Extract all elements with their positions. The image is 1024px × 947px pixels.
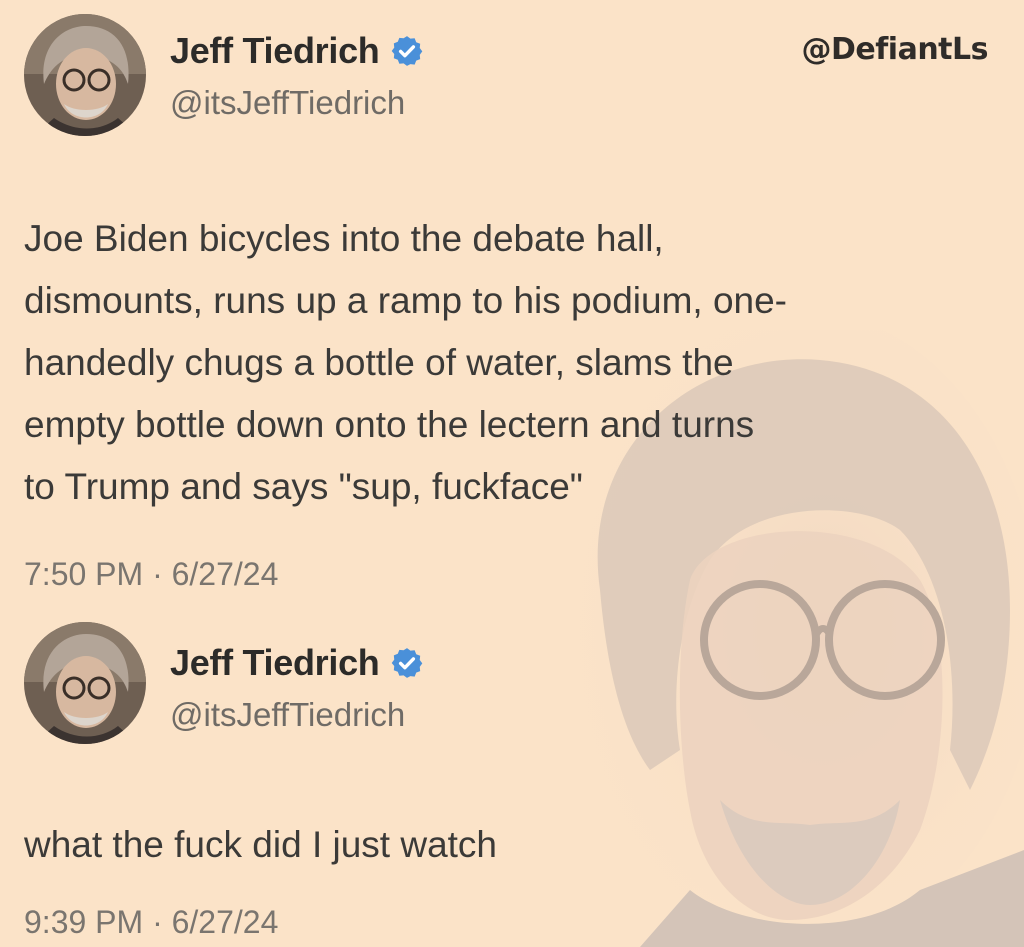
watermark: @DefiantLs bbox=[801, 32, 989, 67]
author-name[interactable]: Jeff Tiedrich bbox=[170, 642, 380, 684]
author-handle[interactable]: @itsJeffTiedrich bbox=[170, 696, 405, 734]
tweet-text: what the fuck did I just watch bbox=[24, 824, 498, 865]
author-row: Jeff Tiedrich bbox=[170, 30, 424, 72]
author-handle[interactable]: @itsJeffTiedrich bbox=[170, 84, 405, 122]
meme-image: @DefiantLs Jeff Tiedrich @itsJeffTiedric… bbox=[0, 0, 1024, 947]
verified-badge-icon bbox=[391, 36, 422, 66]
tweet-text: Joe Biden bicycles into the debate hall,… bbox=[24, 218, 787, 507]
verified-badge-icon bbox=[391, 648, 422, 678]
author-row: Jeff Tiedrich bbox=[170, 642, 424, 684]
tweet-timestamp[interactable]: 7:50 PM · 6/27/24 bbox=[24, 556, 278, 593]
avatar[interactable] bbox=[24, 622, 146, 744]
avatar[interactable] bbox=[24, 14, 146, 136]
tweet-timestamp[interactable]: 9:39 PM · 6/27/24 bbox=[24, 904, 278, 941]
author-name[interactable]: Jeff Tiedrich bbox=[170, 30, 380, 72]
